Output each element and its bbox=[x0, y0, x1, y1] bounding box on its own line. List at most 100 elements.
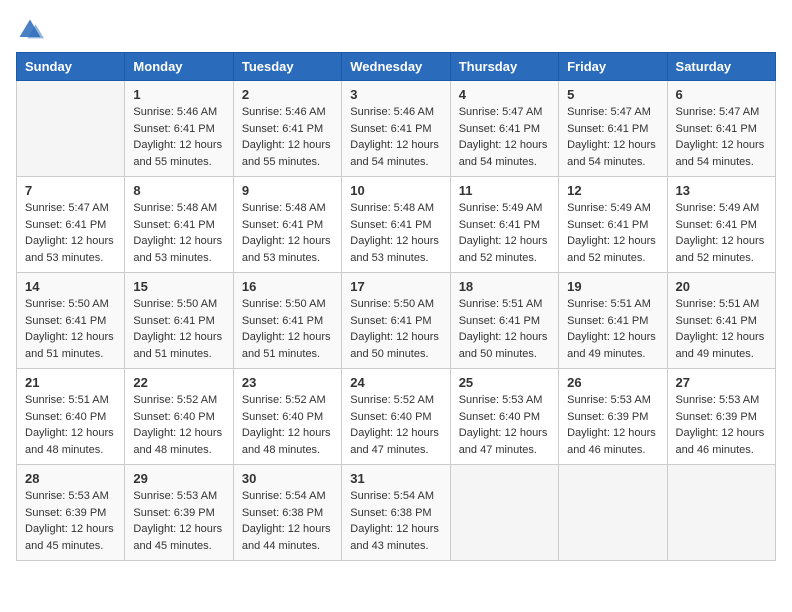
sunrise-text: Sunrise: 5:47 AM bbox=[567, 106, 651, 118]
day-number: 22 bbox=[133, 375, 224, 390]
day-info: Sunrise: 5:46 AMSunset: 6:41 PMDaylight:… bbox=[350, 104, 441, 170]
daylight-text: Daylight: 12 hours and 51 minutes. bbox=[133, 331, 222, 360]
day-number: 12 bbox=[567, 183, 658, 198]
calendar-cell: 5 Sunrise: 5:47 AMSunset: 6:41 PMDaylight… bbox=[559, 81, 667, 177]
day-info: Sunrise: 5:50 AMSunset: 6:41 PMDaylight:… bbox=[25, 296, 116, 362]
daylight-text: Daylight: 12 hours and 55 minutes. bbox=[242, 139, 331, 168]
sunrise-text: Sunrise: 5:51 AM bbox=[459, 298, 543, 310]
day-info: Sunrise: 5:46 AMSunset: 6:41 PMDaylight:… bbox=[242, 104, 333, 170]
calendar-cell: 27Sunrise: 5:53 AMSunset: 6:39 PMDayligh… bbox=[667, 369, 775, 465]
day-info: Sunrise: 5:53 AMSunset: 6:40 PMDaylight:… bbox=[459, 392, 550, 458]
weekday-header-wednesday: Wednesday bbox=[342, 53, 450, 81]
day-info: Sunrise: 5:52 AMSunset: 6:40 PMDaylight:… bbox=[242, 392, 333, 458]
sunset-text: Sunset: 6:38 PM bbox=[350, 507, 431, 519]
day-number: 26 bbox=[567, 375, 658, 390]
day-number: 9 bbox=[242, 183, 333, 198]
day-info: Sunrise: 5:54 AMSunset: 6:38 PMDaylight:… bbox=[242, 488, 333, 554]
sunrise-text: Sunrise: 5:53 AM bbox=[676, 394, 760, 406]
calendar-cell: 10Sunrise: 5:48 AMSunset: 6:41 PMDayligh… bbox=[342, 177, 450, 273]
day-number: 11 bbox=[459, 183, 550, 198]
sunrise-text: Sunrise: 5:53 AM bbox=[567, 394, 651, 406]
sunset-text: Sunset: 6:39 PM bbox=[133, 507, 214, 519]
sunset-text: Sunset: 6:41 PM bbox=[567, 315, 648, 327]
sunset-text: Sunset: 6:41 PM bbox=[133, 315, 214, 327]
daylight-text: Daylight: 12 hours and 51 minutes. bbox=[242, 331, 331, 360]
calendar-cell: 20 Sunrise: 5:51 AMSunset: 6:41 PMDayligh… bbox=[667, 273, 775, 369]
daylight-text: Daylight: 12 hours and 47 minutes. bbox=[350, 427, 439, 456]
calendar-cell: 2 Sunrise: 5:46 AMSunset: 6:41 PMDaylight… bbox=[233, 81, 341, 177]
calendar-week-row: 7Sunrise: 5:47 AMSunset: 6:41 PMDaylight… bbox=[17, 177, 776, 273]
calendar-cell: 31Sunrise: 5:54 AMSunset: 6:38 PMDayligh… bbox=[342, 465, 450, 561]
sunrise-text: Sunrise: 5:47 AM bbox=[25, 202, 109, 214]
sunrise-text: Sunrise: 5:49 AM bbox=[676, 202, 760, 214]
calendar-cell: 4Sunrise: 5:47 AMSunset: 6:41 PMDaylight… bbox=[450, 81, 558, 177]
calendar-cell: 8Sunrise: 5:48 AMSunset: 6:41 PMDaylight… bbox=[125, 177, 233, 273]
daylight-text: Daylight: 12 hours and 52 minutes. bbox=[567, 235, 656, 264]
day-info: Sunrise: 5:48 AMSunset: 6:41 PMDaylight:… bbox=[350, 200, 441, 266]
daylight-text: Daylight: 12 hours and 55 minutes. bbox=[133, 139, 222, 168]
day-info: Sunrise: 5:51 AM Sunset: 6:40 PM Daylight:… bbox=[25, 392, 116, 458]
daylight-text: Daylight: 12 hours and 54 minutes. bbox=[350, 139, 439, 168]
daylight-text: Daylight: 12 hours and 48 minutes. bbox=[25, 427, 114, 456]
calendar-week-row: 1 Sunrise: 5:46 AMSunset: 6:41 PMDaylight… bbox=[17, 81, 776, 177]
daylight-text: Daylight: 12 hours and 54 minutes. bbox=[567, 139, 656, 168]
sunrise-text: Sunrise: 5:50 AM bbox=[133, 298, 217, 310]
day-number: 1 bbox=[133, 87, 224, 102]
weekday-header-saturday: Saturday bbox=[667, 53, 775, 81]
weekday-header-tuesday: Tuesday bbox=[233, 53, 341, 81]
sunset-text: Sunset: 6:41 PM bbox=[242, 219, 323, 231]
calendar-cell: 7Sunrise: 5:47 AMSunset: 6:41 PMDaylight… bbox=[17, 177, 125, 273]
calendar-week-row: 28Sunrise: 5:53 AMSunset: 6:39 PMDayligh… bbox=[17, 465, 776, 561]
sunrise-text: Sunrise: 5:48 AM bbox=[242, 202, 326, 214]
day-number: 3 bbox=[350, 87, 441, 102]
weekday-header-friday: Friday bbox=[559, 53, 667, 81]
sunrise-text: Sunrise: 5:51 AM bbox=[567, 298, 651, 310]
calendar-cell: 25 Sunrise: 5:53 AMSunset: 6:40 PMDayligh… bbox=[450, 369, 558, 465]
sunset-text: Sunset: 6:39 PM bbox=[567, 411, 648, 423]
day-number: 5 bbox=[567, 87, 658, 102]
calendar-week-row: 21 Sunrise: 5:51 AM Sunset: 6:40 PM Dayligh… bbox=[17, 369, 776, 465]
day-info: Sunrise: 5:51 AMSunset: 6:41 PMDaylight:… bbox=[676, 296, 767, 362]
day-info: Sunrise: 5:52 AMSunset: 6:40 PMDaylight:… bbox=[133, 392, 224, 458]
daylight-text: Daylight: 12 hours and 45 minutes. bbox=[133, 523, 222, 552]
daylight-text: Daylight: 12 hours and 48 minutes. bbox=[133, 427, 222, 456]
day-info: Sunrise: 5:52 AMSunset: 6:40 PMDaylight:… bbox=[350, 392, 441, 458]
day-number: 2 bbox=[242, 87, 333, 102]
daylight-text: Daylight: 12 hours and 46 minutes. bbox=[567, 427, 656, 456]
calendar-cell: 23Sunrise: 5:52 AMSunset: 6:40 PMDayligh… bbox=[233, 369, 341, 465]
calendar-cell: 28Sunrise: 5:53 AMSunset: 6:39 PMDayligh… bbox=[17, 465, 125, 561]
day-number: 29 bbox=[133, 471, 224, 486]
day-number: 21 bbox=[25, 375, 116, 390]
sunset-text: Sunset: 6:39 PM bbox=[676, 411, 757, 423]
daylight-text: Daylight: 12 hours and 53 minutes. bbox=[350, 235, 439, 264]
calendar-cell: 29Sunrise: 5:53 AMSunset: 6:39 PMDayligh… bbox=[125, 465, 233, 561]
sunset-text: Sunset: 6:41 PM bbox=[350, 123, 431, 135]
calendar-cell: 3 Sunrise: 5:46 AMSunset: 6:41 PMDaylight… bbox=[342, 81, 450, 177]
weekday-header-monday: Monday bbox=[125, 53, 233, 81]
day-number: 14 bbox=[25, 279, 116, 294]
calendar-cell: 12Sunrise: 5:49 AMSunset: 6:41 PMDayligh… bbox=[559, 177, 667, 273]
calendar-cell bbox=[450, 465, 558, 561]
calendar-week-row: 14Sunrise: 5:50 AMSunset: 6:41 PMDayligh… bbox=[17, 273, 776, 369]
sunrise-text: Sunrise: 5:51 AM bbox=[676, 298, 760, 310]
sunrise-text: Sunrise: 5:51 AM bbox=[25, 394, 109, 406]
sunset-text: Sunset: 6:38 PM bbox=[242, 507, 323, 519]
sunrise-text: Sunrise: 5:47 AM bbox=[459, 106, 543, 118]
day-info: Sunrise: 5:49 AM Sunset: 6:41 PM Daylight:… bbox=[676, 200, 767, 266]
day-number: 25 bbox=[459, 375, 550, 390]
sunset-text: Sunset: 6:41 PM bbox=[676, 219, 757, 231]
sunrise-text: Sunrise: 5:50 AM bbox=[242, 298, 326, 310]
daylight-text: Daylight: 12 hours and 52 minutes. bbox=[676, 235, 765, 264]
day-number: 20 bbox=[676, 279, 767, 294]
daylight-text: Daylight: 12 hours and 46 minutes. bbox=[676, 427, 765, 456]
daylight-text: Daylight: 12 hours and 50 minutes. bbox=[459, 331, 548, 360]
sunset-text: Sunset: 6:41 PM bbox=[676, 123, 757, 135]
calendar-cell: 24Sunrise: 5:52 AMSunset: 6:40 PMDayligh… bbox=[342, 369, 450, 465]
header bbox=[16, 16, 776, 44]
day-info: Sunrise: 5:47 AMSunset: 6:41 PMDaylight:… bbox=[567, 104, 658, 170]
day-number: 4 bbox=[459, 87, 550, 102]
sunset-text: Sunset: 6:41 PM bbox=[350, 219, 431, 231]
sunset-text: Sunset: 6:40 PM bbox=[25, 411, 106, 423]
day-info: Sunrise: 5:53 AMSunset: 6:39 PMDaylight:… bbox=[25, 488, 116, 554]
sunset-text: Sunset: 6:41 PM bbox=[459, 315, 540, 327]
